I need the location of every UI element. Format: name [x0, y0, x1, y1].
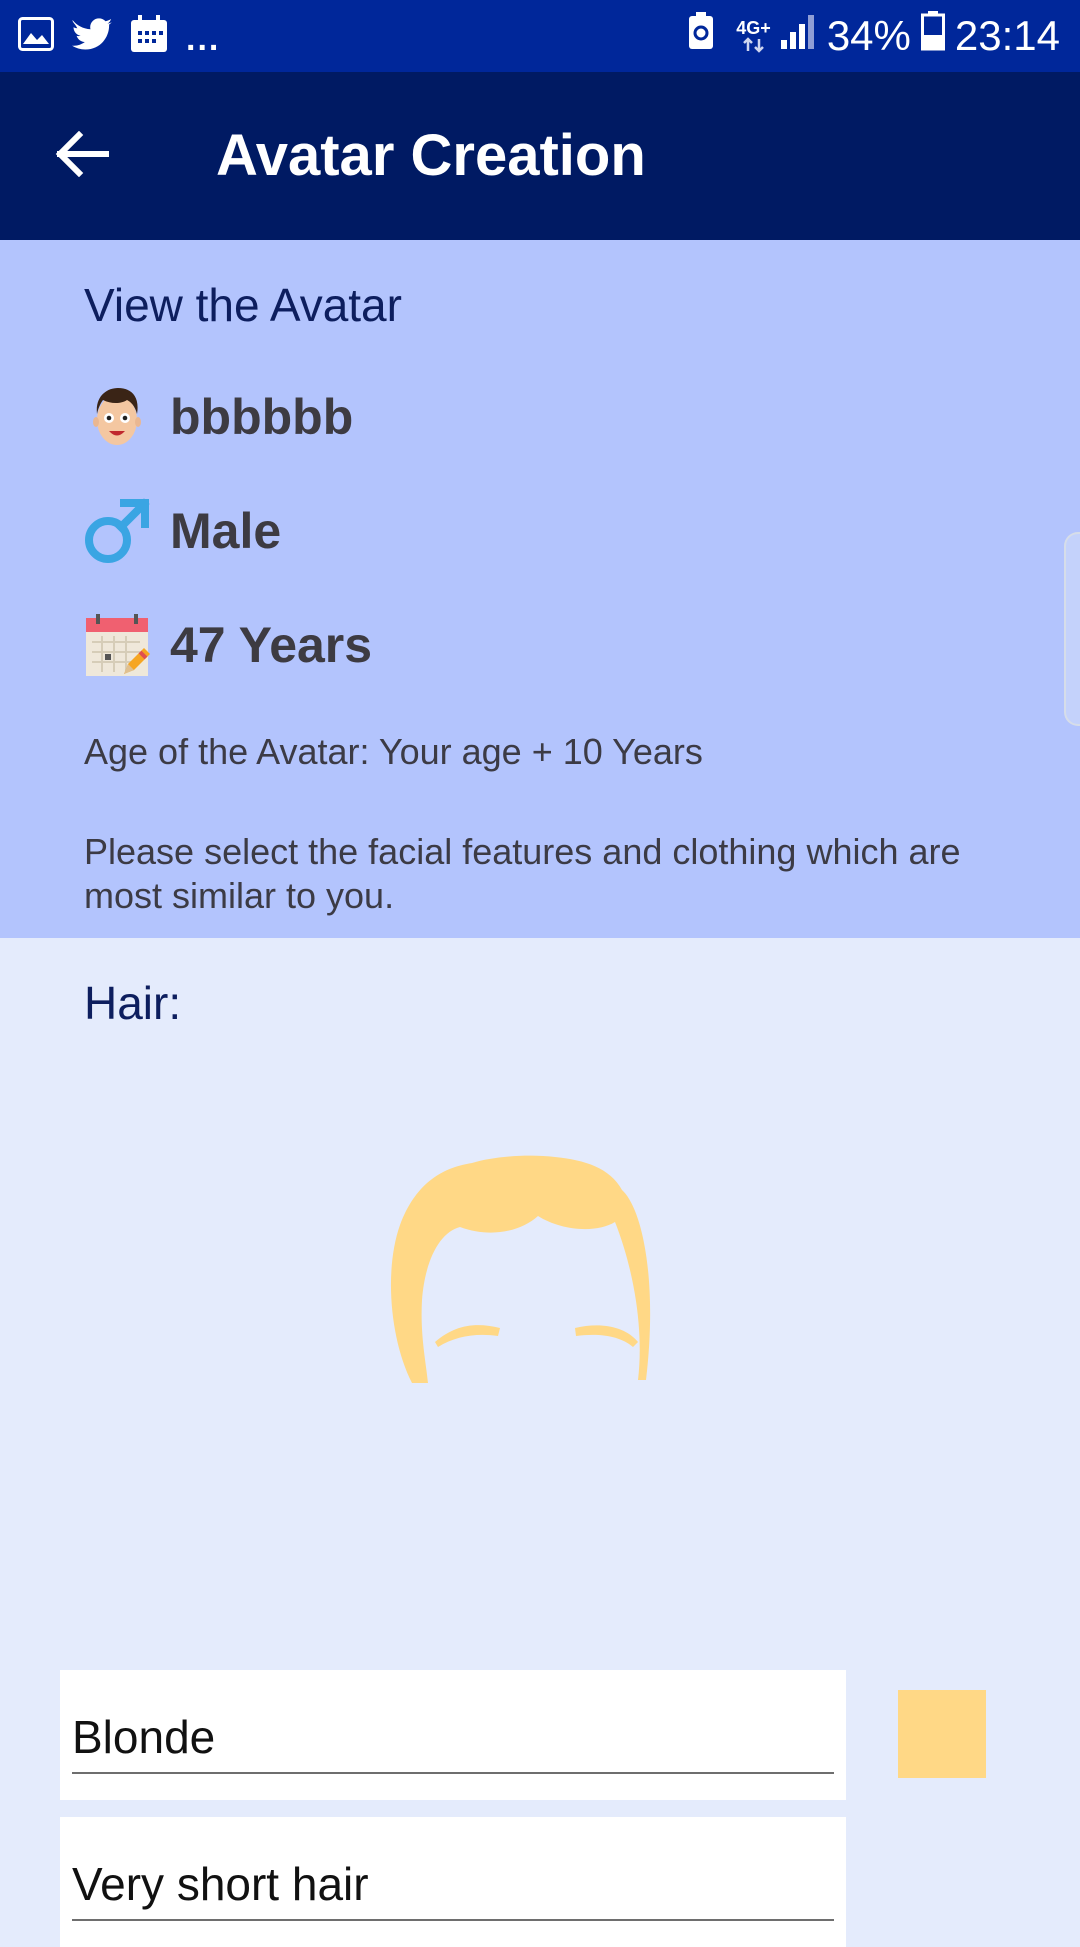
- status-bar: ... 4G+ 34% 23:14: [0, 0, 1080, 72]
- status-bar-system: 4G+ 34% 23:14: [688, 10, 1060, 62]
- avatar-gender: Male: [170, 503, 282, 559]
- avatar-name-row: bbbbbb: [84, 384, 353, 450]
- age-note: Age of the Avatar: Your age + 10 Years: [84, 731, 703, 772]
- avatar-age-row: 47 Years: [84, 612, 372, 678]
- face-avatar-icon: [84, 384, 150, 450]
- hair-preview: [380, 1150, 700, 1390]
- hair-color-value: Blonde: [72, 1711, 216, 1763]
- gallery-icon: [18, 16, 54, 56]
- calendar-icon: [130, 14, 168, 58]
- page-title: Avatar Creation: [216, 123, 646, 188]
- battery-percent: 34%: [826, 12, 911, 59]
- avatar-name: bbbbbb: [170, 389, 354, 445]
- avatar-info-panel: View the Avatar bbbbbb Male 47 Years Age…: [0, 240, 1080, 938]
- twitter-icon: [71, 17, 113, 56]
- hair-heading: Hair:: [84, 977, 182, 1029]
- signal-icon: [780, 12, 817, 60]
- battery-saver-icon: [688, 12, 714, 60]
- status-bar-notifications: ...: [18, 14, 220, 58]
- calendar-pencil-icon: [84, 612, 150, 678]
- view-avatar-heading: View the Avatar: [84, 279, 402, 331]
- arrow-left-icon: [55, 130, 110, 182]
- clock: 23:14: [954, 12, 1060, 59]
- hair-style-underline: [72, 1919, 834, 1921]
- avatar-age: 47 Years: [170, 617, 373, 673]
- back-button[interactable]: [48, 122, 116, 190]
- instruction-text: Please select the facial features and cl…: [84, 831, 961, 916]
- hair-style-field[interactable]: Very short hair: [60, 1817, 846, 1947]
- hair-style-value: Very short hair: [72, 1858, 369, 1910]
- side-drawer-handle[interactable]: [1064, 532, 1080, 726]
- hair-color-underline: [72, 1772, 834, 1774]
- avatar-gender-row: Male: [84, 498, 281, 564]
- battery-icon: [920, 11, 945, 61]
- hair-color-field[interactable]: Blonde: [60, 1670, 846, 1800]
- hair-color-swatch[interactable]: [898, 1690, 986, 1778]
- app-bar: Avatar Creation: [0, 72, 1080, 240]
- male-symbol-icon: [84, 498, 150, 564]
- overflow-dots: ...: [186, 19, 221, 58]
- network-4g-icon: 4G+: [736, 19, 771, 53]
